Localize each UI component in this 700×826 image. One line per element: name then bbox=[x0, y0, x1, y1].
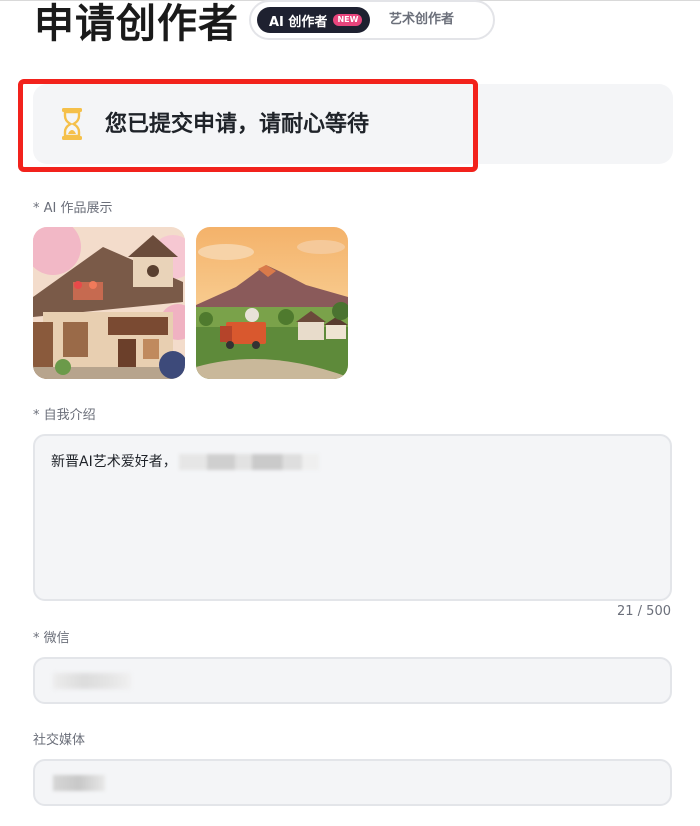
social-media-input[interactable] bbox=[33, 759, 672, 806]
creator-type-tabs: AI 创作者 NEW 艺术创作者 bbox=[249, 0, 495, 40]
tab-art-creator[interactable]: 艺术创作者 bbox=[389, 7, 454, 33]
status-highlight-frame bbox=[18, 79, 478, 172]
artwork-thumbnail-house[interactable] bbox=[33, 227, 185, 379]
intro-textarea[interactable]: 新晋AI艺术爱好者， bbox=[33, 434, 672, 601]
intro-char-count: 21 / 500 bbox=[617, 604, 671, 619]
wechat-input[interactable] bbox=[33, 657, 672, 704]
intro-label: * 自我介绍 bbox=[33, 408, 96, 423]
wechat-label: * 微信 bbox=[33, 631, 70, 646]
page-title: 申请创作者 bbox=[34, 1, 239, 47]
redacted-wechat bbox=[53, 673, 131, 689]
social-label: 社交媒体 bbox=[33, 733, 86, 748]
works-label: * AI 作品展示 bbox=[33, 201, 113, 216]
redacted-text bbox=[178, 454, 319, 470]
redacted-social bbox=[53, 775, 105, 791]
artwork-thumbnail-landscape[interactable] bbox=[196, 227, 348, 379]
tab-ai-creator[interactable]: AI 创作者 NEW bbox=[257, 7, 370, 33]
intro-text: 新晋AI艺术爱好者， bbox=[51, 454, 177, 470]
apply-creator-page: 申请创作者 AI 创作者 NEW 艺术创作者 您已提交申请，请耐心等待 * AI… bbox=[0, 0, 700, 826]
tab-ai-creator-label: AI 创作者 bbox=[269, 14, 328, 30]
new-badge: NEW bbox=[333, 14, 363, 26]
